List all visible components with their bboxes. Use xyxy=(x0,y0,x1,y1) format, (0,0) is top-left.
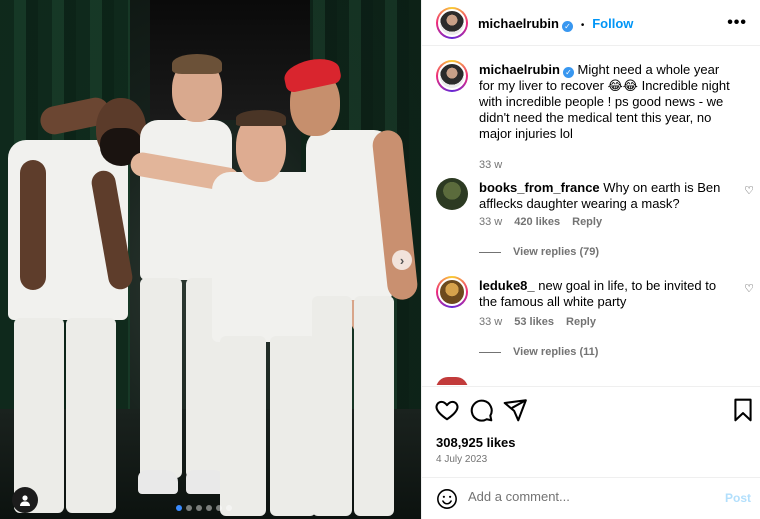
author-username[interactable]: michaelrubin xyxy=(478,16,559,31)
post-photo[interactable]: › xyxy=(0,0,421,519)
comment-input[interactable] xyxy=(468,489,708,504)
reply-button[interactable]: Reply xyxy=(566,316,596,328)
post-header: michaelrubin ✓ • Follow ••• xyxy=(422,0,760,46)
carousel-dot xyxy=(206,505,212,511)
view-replies-label: View replies (11) xyxy=(513,346,599,358)
caption: michaelrubin ✓ Might need a whole year fo… xyxy=(436,60,746,171)
reply-line xyxy=(479,251,501,253)
carousel-next-button[interactable]: › xyxy=(392,250,412,270)
commenter-avatar[interactable] xyxy=(436,276,468,308)
reply-button[interactable]: Reply xyxy=(572,216,602,228)
person-icon xyxy=(20,495,30,506)
comment-meta: 33 w 53 likes Reply xyxy=(479,316,596,328)
post-date: 4 July 2023 xyxy=(436,454,488,465)
comment-likes[interactable]: 420 likes xyxy=(514,216,560,228)
comment-item: books_from_france Why on earth is Ben af… xyxy=(436,178,754,268)
comment-time: 33 w xyxy=(479,216,503,228)
caption-time: 33 w xyxy=(479,159,503,171)
comment-icon[interactable] xyxy=(468,397,494,423)
carousel-dots xyxy=(176,505,232,511)
post-button[interactable]: Post xyxy=(725,491,751,505)
author-avatar[interactable] xyxy=(436,7,468,39)
view-replies-button[interactable]: View replies (11) xyxy=(479,346,598,358)
tagged-users-button[interactable] xyxy=(12,487,38,513)
comment-likes[interactable]: 53 likes xyxy=(514,316,554,328)
add-comment-bar: Post xyxy=(422,477,760,519)
more-options-icon[interactable]: ••• xyxy=(727,14,747,32)
post-sidebar: michaelrubin ✓ • Follow ••• michaelrubin ✓… xyxy=(421,0,760,519)
verified-icon: ✓ xyxy=(561,21,573,32)
reply-line xyxy=(479,351,501,353)
comment-meta: 33 w 420 likes Reply xyxy=(479,216,602,228)
share-icon[interactable] xyxy=(502,397,528,423)
caption-avatar[interactable] xyxy=(436,60,468,92)
heart-icon[interactable]: ♡ xyxy=(744,282,754,295)
verified-icon: ✓ xyxy=(562,67,574,78)
carousel-dot xyxy=(216,505,222,511)
comment-text-block: leduke8_ new goal in life, to be invited… xyxy=(479,278,737,310)
comment-username[interactable]: leduke8_ xyxy=(479,278,535,293)
comment-text-block: books_from_france Why on earth is Ben af… xyxy=(479,180,737,212)
like-count[interactable]: 308,925 likes xyxy=(436,435,516,450)
comment-item: leduke8_ new goal in life, to be invited… xyxy=(436,276,754,366)
caption-username[interactable]: michaelrubin xyxy=(479,62,560,77)
post-actions: 308,925 likes 4 July 2023 xyxy=(422,386,760,476)
caption-meta: 33 w xyxy=(479,159,502,171)
carousel-dot xyxy=(176,505,182,511)
heart-icon[interactable]: ♡ xyxy=(744,184,754,197)
comment-item-partial xyxy=(436,377,746,385)
view-replies-label: View replies (79) xyxy=(513,246,600,258)
chevron-right-icon: › xyxy=(399,252,405,268)
comment-time: 33 w xyxy=(479,316,503,328)
view-replies-button[interactable]: View replies (79) xyxy=(479,246,599,258)
carousel-dot xyxy=(226,505,232,511)
emoji-icon[interactable] xyxy=(436,488,458,510)
carousel-dot xyxy=(186,505,192,511)
commenter-avatar[interactable] xyxy=(436,178,468,210)
commenter-avatar[interactable] xyxy=(436,377,468,385)
carousel-dot xyxy=(196,505,202,511)
bookmark-icon[interactable] xyxy=(730,397,756,423)
header-user-row: michaelrubin ✓ • Follow xyxy=(478,15,633,32)
heart-icon[interactable] xyxy=(434,397,460,423)
comment-username[interactable]: books_from_france xyxy=(479,180,600,195)
follow-button[interactable]: Follow xyxy=(592,16,633,31)
header-separator: • xyxy=(580,20,585,31)
comments-section[interactable]: michaelrubin ✓ Might need a whole year fo… xyxy=(422,47,760,385)
caption-text-block: michaelrubin ✓ Might need a whole year fo… xyxy=(479,62,737,142)
